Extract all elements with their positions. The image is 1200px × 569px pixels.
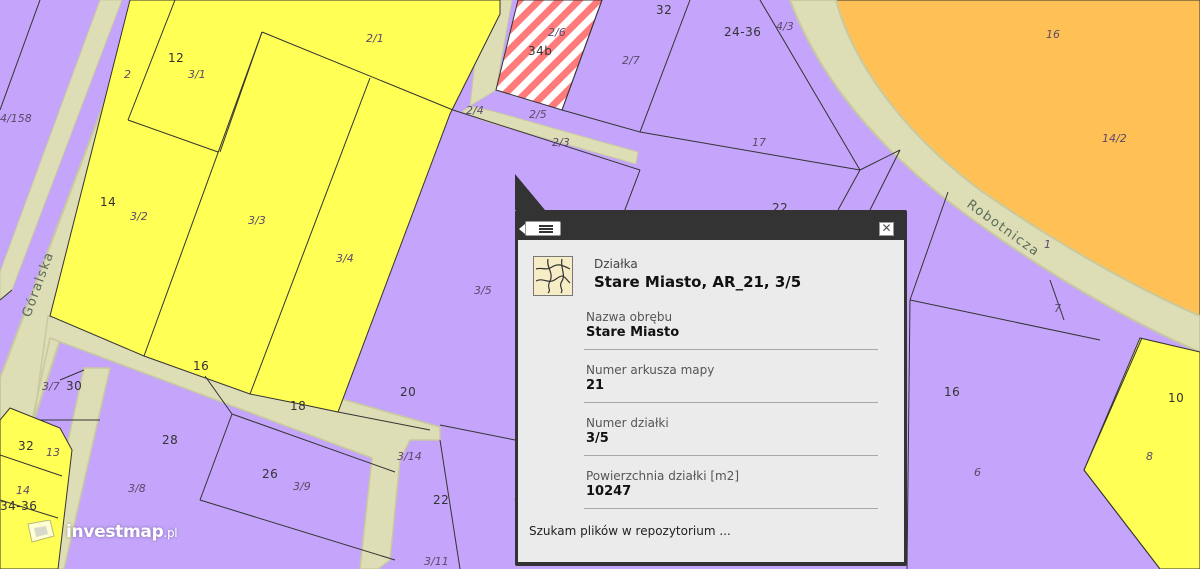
house-number: 16 — [944, 385, 960, 399]
house-number: 22 — [433, 493, 449, 507]
parcel-label: 14 — [16, 484, 30, 497]
parcel-label: 3/8 — [128, 482, 146, 495]
parcel-label: 3/4 — [336, 252, 354, 265]
house-number: 18 — [290, 399, 306, 413]
field-obreb: Nazwa obrębu Stare Miasto — [584, 303, 878, 350]
field-label: Nazwa obrębu — [586, 310, 673, 324]
house-number: 26 — [262, 467, 278, 481]
logo-mark-icon — [27, 520, 55, 543]
parcel-label: 16 — [1046, 28, 1060, 41]
parcel-label: 1 — [1044, 238, 1051, 251]
feature-type-label: Działka — [594, 257, 638, 271]
repository-status: Szukam plików w repozytorium ... — [529, 524, 731, 538]
parcel-label: 2/6 — [548, 26, 566, 39]
field-label: Numer arkusza mapy — [586, 363, 715, 377]
parcel-label: 13 — [46, 446, 60, 459]
parcel-label: 3/11 — [424, 555, 449, 568]
field-value: 21 — [586, 378, 605, 393]
house-number: 32 — [656, 3, 672, 17]
field-value: Stare Miasto — [586, 325, 680, 340]
parcel-label: 3/1 — [188, 68, 206, 81]
popup-content: Działka Stare Miasto, AR_21, 3/5 Nazwa o… — [518, 240, 904, 562]
parcel-label: 6 — [974, 466, 981, 479]
parcel-info-popup: ✕ Działka Stare Miasto, AR_21, 3/5 Nazwa… — [515, 210, 907, 566]
house-number: 34b — [528, 44, 552, 58]
house-number: 16 — [193, 359, 209, 373]
list-back-icon[interactable] — [519, 221, 561, 236]
field-label: Powierzchnia działki [m2] — [586, 469, 740, 483]
parcel-label: 4/158 — [0, 112, 32, 125]
logo-text: investmap.pl — [66, 522, 178, 542]
parcel-label: 2/4 — [466, 104, 484, 117]
field-value: 10247 — [586, 484, 632, 499]
parcel-label: 3/3 — [248, 214, 266, 227]
parcel-label: 3/5 — [474, 284, 492, 297]
parcel-map-icon — [533, 256, 573, 296]
house-number: 28 — [162, 433, 178, 447]
house-number: 24-36 — [724, 25, 761, 39]
house-number: 34-36 — [0, 499, 37, 513]
parcel-label: 8 — [1146, 450, 1153, 463]
field-numer-dzialki: Numer działki 3/5 — [584, 409, 878, 456]
house-number: 20 — [400, 385, 416, 399]
house-number: 10 — [1168, 391, 1184, 405]
parcel-label: 4/3 — [776, 20, 794, 33]
field-value: 3/5 — [586, 431, 609, 446]
house-number: 32 — [18, 439, 34, 453]
house-number: 14 — [100, 195, 116, 209]
popup-pointer — [515, 174, 545, 210]
parcel-label: 2/3 — [552, 136, 570, 149]
parcel-label: 2 — [124, 68, 131, 81]
parcel-label: 3/14 — [397, 450, 422, 463]
house-number: 30 — [66, 379, 82, 393]
parcel-label: 17 — [752, 136, 766, 149]
parcel-label: 3/9 — [293, 480, 311, 493]
house-number: 12 — [168, 51, 184, 65]
parcel-title: Stare Miasto, AR_21, 3/5 — [594, 273, 802, 291]
parcel-label: 14/2 — [1102, 132, 1127, 145]
parcel-label: 3/2 — [130, 210, 148, 223]
field-arkusz: Numer arkusza mapy 21 — [584, 356, 878, 403]
parcel-label: 7 — [1054, 302, 1061, 315]
parcel-label: 3/7 — [42, 380, 60, 393]
parcel-label: 2/1 — [366, 32, 384, 45]
parcel-label: 2/7 — [622, 54, 640, 67]
field-label: Numer działki — [586, 416, 669, 430]
field-powierzchnia: Powierzchnia działki [m2] 10247 — [584, 462, 878, 509]
parcel-label: 2/5 — [529, 108, 547, 121]
close-icon[interactable]: ✕ — [879, 222, 894, 236]
